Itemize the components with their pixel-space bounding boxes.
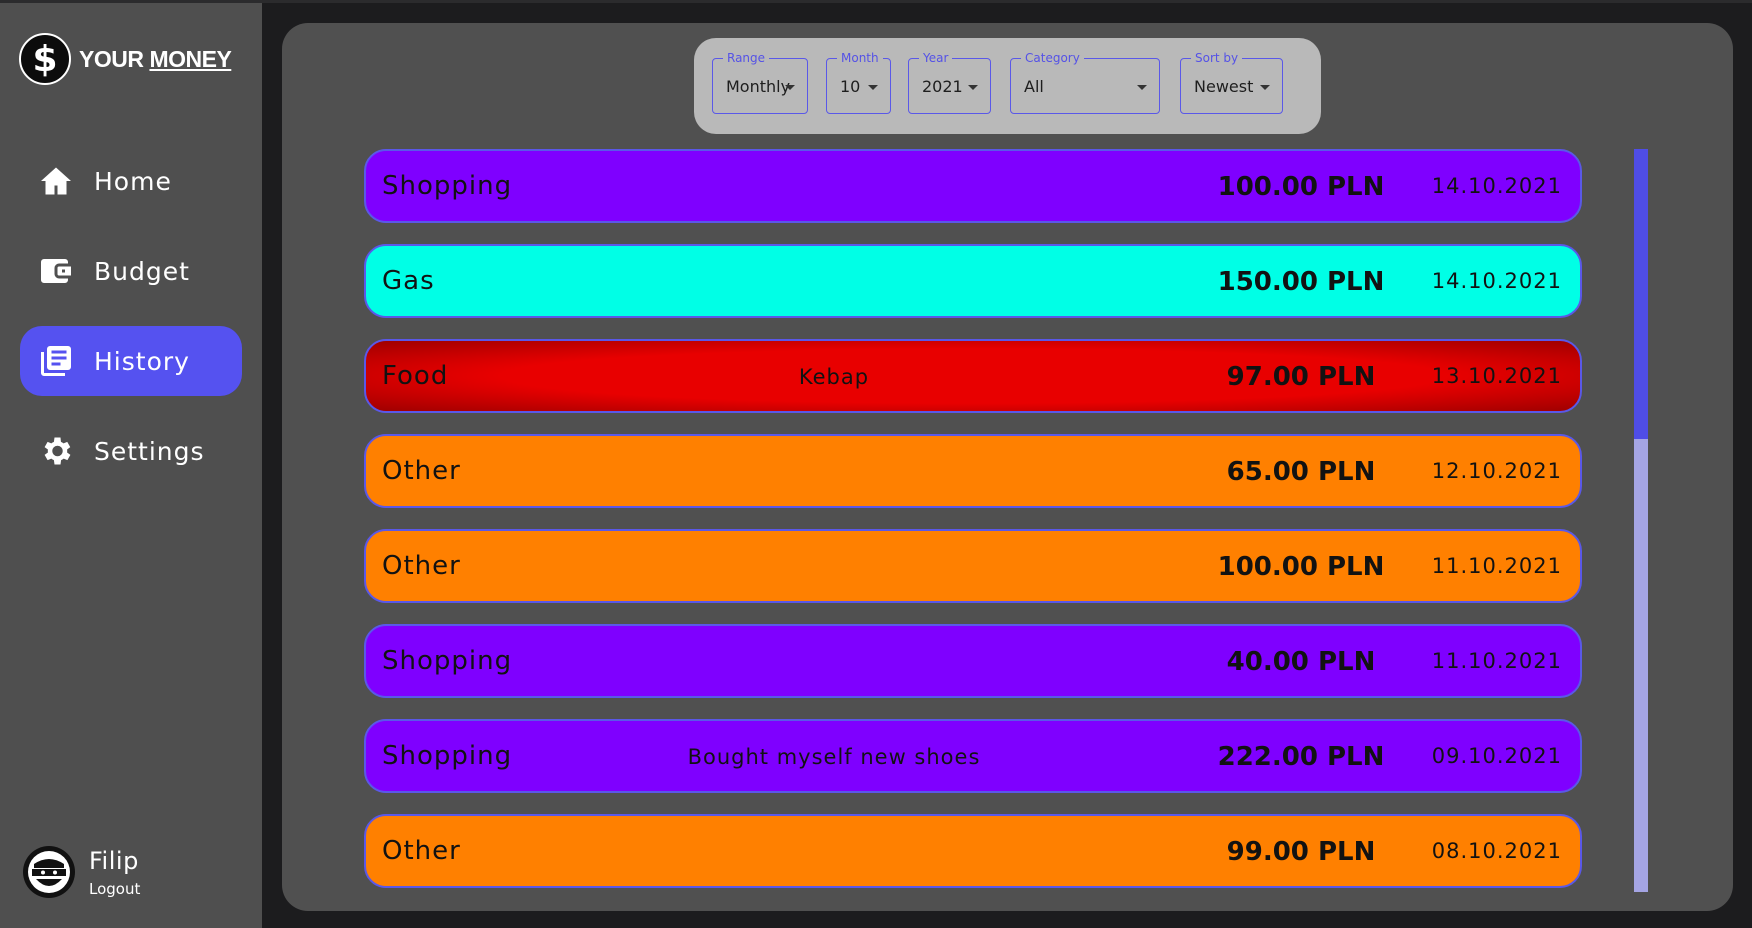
- year-label: Year: [919, 50, 953, 66]
- transaction-date: 13.10.2021: [1431, 364, 1562, 388]
- scrollbar[interactable]: [1634, 149, 1648, 892]
- transaction-date: 14.10.2021: [1431, 269, 1562, 293]
- nav-item-home[interactable]: Home: [20, 146, 242, 216]
- scrollbar-thumb[interactable]: [1634, 149, 1648, 439]
- main-nav: Home Budget History Settings: [20, 146, 242, 506]
- chevron-down-icon: [868, 85, 878, 90]
- dollar-coin-icon: $: [19, 33, 71, 85]
- sort-select[interactable]: Sort by Newest: [1180, 50, 1283, 114]
- transaction-row[interactable]: Shopping Bought myself new shoes 222.00 …: [364, 719, 1582, 793]
- top-border: [0, 0, 1752, 3]
- nav-item-label: History: [94, 346, 190, 376]
- month-value: 10: [840, 77, 861, 96]
- home-icon: [41, 167, 71, 195]
- transaction-row[interactable]: Other 99.00 PLN 08.10.2021: [364, 814, 1582, 888]
- logout-link[interactable]: Logout: [89, 880, 140, 898]
- category-value: All: [1024, 77, 1044, 96]
- transaction-row[interactable]: Shopping 40.00 PLN 11.10.2021: [364, 624, 1582, 698]
- user-name: Filip: [89, 846, 139, 875]
- transaction-category: Shopping: [382, 171, 513, 201]
- transaction-row[interactable]: Food Kebap 97.00 PLN 13.10.2021: [364, 339, 1582, 413]
- transaction-date: 11.10.2021: [1431, 649, 1562, 673]
- transaction-amount: 40.00 PLN: [1226, 647, 1376, 677]
- category-label: Category: [1021, 50, 1084, 66]
- wallet-icon: [41, 259, 71, 283]
- transaction-date: 09.10.2021: [1431, 744, 1562, 768]
- bandit-avatar-icon: [28, 851, 70, 893]
- year-select[interactable]: Year 2021: [908, 50, 991, 114]
- transaction-category: Gas: [382, 266, 435, 296]
- transaction-date: 14.10.2021: [1431, 174, 1562, 198]
- transaction-date: 08.10.2021: [1431, 839, 1562, 863]
- month-select[interactable]: Month 10: [826, 50, 891, 114]
- transaction-amount: 97.00 PLN: [1226, 362, 1376, 392]
- transaction-category: Other: [382, 551, 461, 581]
- transaction-amount: 100.00 PLN: [1217, 552, 1385, 582]
- transaction-category: Shopping: [382, 646, 513, 676]
- range-value: Monthly: [726, 77, 791, 96]
- nav-item-label: Budget: [94, 256, 190, 286]
- app-logo[interactable]: $ YOUR MONEY: [19, 33, 232, 85]
- sort-label: Sort by: [1191, 50, 1243, 66]
- user-panel: Filip Logout: [23, 846, 140, 898]
- app-title-a: YOUR: [79, 45, 144, 72]
- transaction-row[interactable]: Gas 150.00 PLN 14.10.2021: [364, 244, 1582, 318]
- sidebar: $ YOUR MONEY Home Budget History Settings: [0, 3, 262, 928]
- history-icon: [41, 346, 71, 376]
- transaction-date: 12.10.2021: [1431, 459, 1562, 483]
- year-value: 2021: [922, 77, 963, 96]
- nav-item-settings[interactable]: Settings: [20, 416, 242, 486]
- transaction-row[interactable]: Other 65.00 PLN 12.10.2021: [364, 434, 1582, 508]
- range-select[interactable]: Range Monthly: [712, 50, 808, 114]
- chevron-down-icon: [1137, 85, 1147, 90]
- transaction-category: Other: [382, 836, 461, 866]
- avatar: [23, 846, 75, 898]
- transaction-row[interactable]: Shopping 100.00 PLN 14.10.2021: [364, 149, 1582, 223]
- chevron-down-icon: [968, 85, 978, 90]
- sort-value: Newest: [1194, 77, 1254, 96]
- nav-item-label: Home: [94, 166, 172, 196]
- month-label: Month: [837, 50, 883, 66]
- transaction-date: 11.10.2021: [1431, 554, 1562, 578]
- transaction-amount: 150.00 PLN: [1217, 267, 1385, 297]
- transaction-amount: 222.00 PLN: [1217, 742, 1385, 772]
- nav-item-history[interactable]: History: [20, 326, 242, 396]
- transaction-amount: 99.00 PLN: [1226, 837, 1376, 867]
- transaction-description: Bought myself new shoes: [687, 745, 981, 769]
- transaction-description: Kebap: [798, 365, 870, 389]
- chevron-down-icon: [1260, 85, 1270, 90]
- app-title-b: MONEY: [149, 45, 232, 72]
- filter-bar: Range Monthly Month 10 Year 2021 Categor…: [694, 38, 1321, 134]
- transaction-category: Other: [382, 456, 461, 486]
- transaction-amount: 100.00 PLN: [1217, 172, 1385, 202]
- range-label: Range: [723, 50, 770, 66]
- category-select[interactable]: Category All: [1010, 50, 1160, 114]
- nav-item-label: Settings: [94, 436, 205, 466]
- transaction-amount: 65.00 PLN: [1226, 457, 1376, 487]
- app-title: YOUR MONEY: [79, 45, 232, 73]
- chevron-down-icon: [785, 85, 795, 90]
- transaction-row[interactable]: Other 100.00 PLN 11.10.2021: [364, 529, 1582, 603]
- gear-icon: [44, 437, 71, 465]
- nav-item-budget[interactable]: Budget: [20, 236, 242, 306]
- history-panel: Range Monthly Month 10 Year 2021 Categor…: [282, 23, 1733, 911]
